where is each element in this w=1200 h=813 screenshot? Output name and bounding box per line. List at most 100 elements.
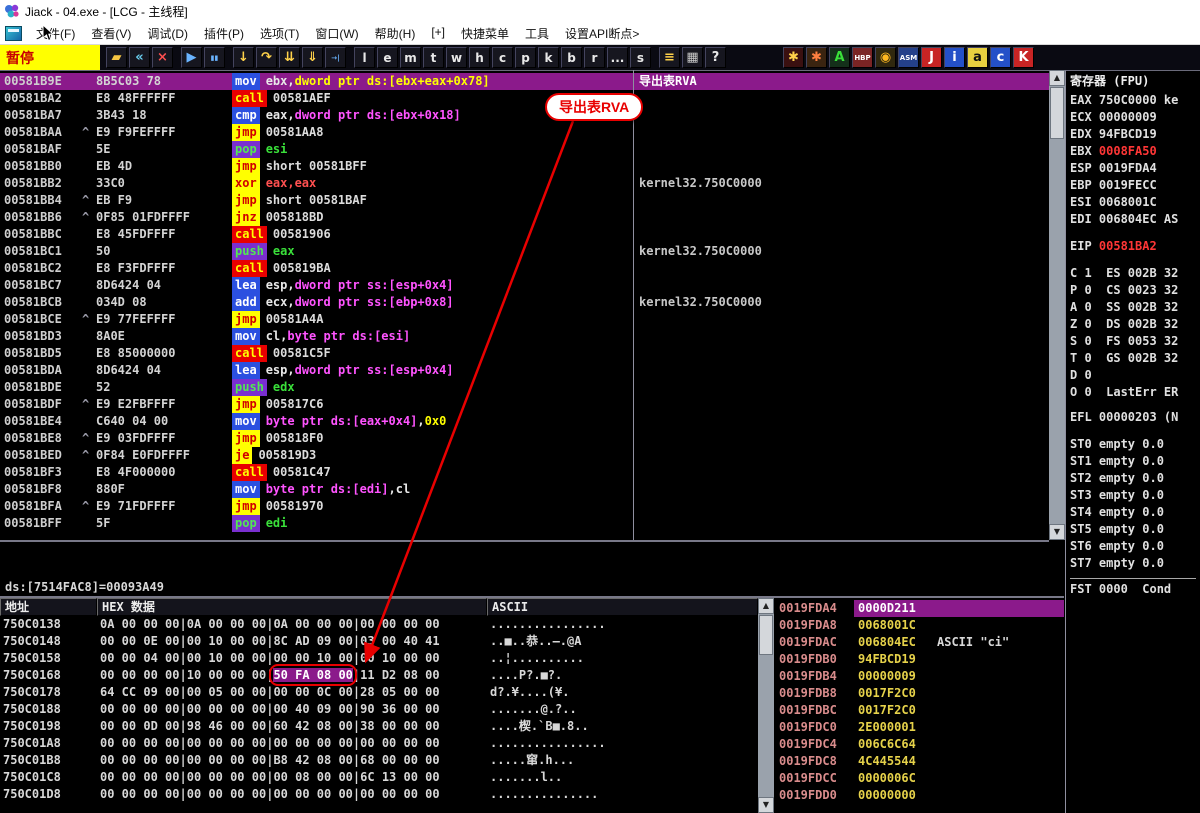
registers-pane[interactable]: 寄存器 (FPU) EAX 750C0000 ke ECX 00000009 EDX…	[1065, 70, 1200, 813]
asm-row[interactable]: 00581BFA ^ E9 71FDFFFF jmp 00581970	[0, 498, 1049, 515]
plugin-analyze-button[interactable]: A	[829, 47, 850, 68]
plugin-j-button[interactable]: J	[921, 47, 942, 68]
help-button[interactable]: ?	[705, 47, 726, 68]
dump-row[interactable]: 750C01D8 00 00 00 00|00 00 00 00|00 00 00…	[0, 786, 758, 803]
dump-row[interactable]: 750C0168 00 00 00 00|10 00 00 00|50 FA 08…	[0, 667, 758, 684]
panel-memory-button[interactable]: m	[400, 47, 421, 68]
child-window-icon[interactable]	[5, 25, 22, 41]
flag-row[interactable]: C 1 ES 002B 32	[1070, 265, 1200, 282]
register-row[interactable]: EBP 0019FECC	[1070, 177, 1200, 194]
step-into-button[interactable]: ↓	[233, 47, 254, 68]
stack-row[interactable]: 0019FDB8 0017F2C0	[774, 685, 1064, 702]
asm-row[interactable]: 00581BB2 33C0 xor eax,eax kernel32.750C0000	[0, 175, 1049, 192]
plugin-asm-button[interactable]: ASM	[898, 47, 919, 68]
register-row[interactable]: EDX 94FBCD19	[1070, 126, 1200, 143]
plugin-i-button[interactable]: i	[944, 47, 965, 68]
flag-row[interactable]: S 0 FS 0053 32	[1070, 333, 1200, 350]
fpu-st-row[interactable]: ST3 empty 0.0	[1070, 487, 1200, 504]
register-row[interactable]: ESP 0019FDA4	[1070, 160, 1200, 177]
scroll-down-arrow[interactable]: ▼	[1049, 524, 1065, 540]
asm-row[interactable]: 00581BC1 50 push eax kernel32.750C0000	[0, 243, 1049, 260]
stack-row[interactable]: 0019FDC0 2E000001	[774, 719, 1064, 736]
scrollbar-thumb[interactable]	[759, 615, 773, 655]
register-row[interactable]: EAX 750C0000 ke	[1070, 92, 1200, 109]
panel-breakpoints-button[interactable]: b	[561, 47, 582, 68]
asm-row[interactable]: 00581BB4 ^ EB F9 jmp short 00581BAF	[0, 192, 1049, 209]
flag-row[interactable]: T 0 GS 002B 32	[1070, 350, 1200, 367]
flag-row[interactable]: Z 0 DS 002B 32	[1070, 316, 1200, 333]
stack-row[interactable]: 0019FDD0 00000000	[774, 787, 1064, 804]
asm-row[interactable]: 00581BA7 3B43 18 cmp eax,dword ptr ds:[ebx+…	[0, 107, 1049, 124]
dump-scrollbar[interactable]: ▲ ▼	[758, 598, 774, 813]
dump-header-hex[interactable]: HEX 数据	[97, 598, 487, 616]
fpu-status-row[interactable]: FST 0000 Cond	[1070, 578, 1196, 598]
pause-button[interactable]: ▮▮	[204, 47, 225, 68]
flag-row[interactable]: A 0 SS 002B 32	[1070, 299, 1200, 316]
fpu-st-row[interactable]: ST1 empty 0.0	[1070, 453, 1200, 470]
menu-item-5[interactable]: 窗口(W)	[307, 22, 366, 45]
panel-patches-button[interactable]: p	[515, 47, 536, 68]
register-row[interactable]: ECX 00000009	[1070, 109, 1200, 126]
menu-item-0[interactable]: 文件(F)	[28, 22, 83, 45]
fpu-st-row[interactable]: ST4 empty 0.0	[1070, 504, 1200, 521]
panel-run-trace-button[interactable]: ...	[607, 47, 628, 68]
menu-item-6[interactable]: 帮助(H)	[367, 22, 424, 45]
asm-row[interactable]: 00581BD5 E8 85000000 call 00581C5F	[0, 345, 1049, 362]
menu-item-10[interactable]: 设置API断点>	[557, 22, 647, 45]
stack-row[interactable]: 0019FDBC 0017F2C0	[774, 702, 1064, 719]
fpu-st-row[interactable]: ST6 empty 0.0	[1070, 538, 1200, 555]
asm-row[interactable]: 00581BB0 EB 4D jmp short 00581BFF	[0, 158, 1049, 175]
dump-row[interactable]: 750C0188 00 00 00 00|00 00 00 00|00 40 09…	[0, 701, 758, 718]
panel-log-button[interactable]: l	[354, 47, 375, 68]
close-button[interactable]: ×	[152, 47, 173, 68]
panel-executables-button[interactable]: e	[377, 47, 398, 68]
register-row[interactable]: EBX 0008FA50	[1070, 143, 1200, 160]
menu-item-9[interactable]: 工具	[517, 22, 557, 45]
asm-row[interactable]: 00581BDA 8D6424 04 lea esp,dword ptr ss:[es…	[0, 362, 1049, 379]
memory-dump-pane[interactable]: 地址 HEX 数据 ASCII 750C0138 0A 00 00 00|0A 0…	[0, 598, 758, 813]
register-row[interactable]: EIP 00581BA2	[1070, 238, 1200, 255]
panel-source-button[interactable]: s	[630, 47, 651, 68]
asm-row[interactable]: 00581BA2 E8 48FFFFFF call 00581AEF	[0, 90, 1049, 107]
asm-row[interactable]: 00581B9E 8B5C03 78 mov ebx,dword ptr ds:[eb…	[0, 73, 1049, 90]
fpu-st-row[interactable]: ST5 empty 0.0	[1070, 521, 1200, 538]
fpu-st-row[interactable]: ST7 empty 0.0	[1070, 555, 1200, 572]
dump-row[interactable]: 750C0158 00 00 04 00|00 10 00 00|00 00 10…	[0, 650, 758, 667]
asm-row[interactable]: 00581BDE 52 push edx	[0, 379, 1049, 396]
asm-row[interactable]: 00581BF8 880F mov byte ptr ds:[edi],cl	[0, 481, 1049, 498]
asm-row[interactable]: 00581BAA ^ E9 F9FEFFFF jmp 00581AA8	[0, 124, 1049, 141]
fpu-st-row[interactable]: ST2 empty 0.0	[1070, 470, 1200, 487]
disassembly-pane[interactable]: 00581B9E 8B5C03 78 mov ebx,dword ptr ds:[eb…	[0, 70, 1049, 540]
dump-row[interactable]: 750C0198 00 00 0D 00|98 46 00 00|60 42 08…	[0, 718, 758, 735]
panel-callstack-button[interactable]: k	[538, 47, 559, 68]
stack-pane[interactable]: 0019FDA4 0000D211 0019FDA8 0068001C 0019FDAC…	[774, 598, 1064, 813]
flag-row[interactable]: D 0	[1070, 367, 1200, 384]
stack-row[interactable]: 0019FDC4 006C6C64	[774, 736, 1064, 753]
flag-row[interactable]: O 0 LastErr ER	[1070, 384, 1200, 401]
stack-row[interactable]: 0019FDA4 0000D211	[774, 600, 1064, 617]
scroll-up-arrow[interactable]: ▲	[758, 598, 774, 614]
dump-row[interactable]: 750C01A8 00 00 00 00|00 00 00 00|00 00 00…	[0, 735, 758, 752]
scroll-up-arrow[interactable]: ▲	[1049, 70, 1065, 86]
dump-row[interactable]: 750C01B8 00 00 00 00|00 00 00 00|B8 42 08…	[0, 752, 758, 769]
menu-item-7[interactable]: [+]	[423, 22, 453, 45]
panel-threads-button[interactable]: t	[423, 47, 444, 68]
scroll-down-arrow[interactable]: ▼	[758, 797, 774, 813]
menu-item-2[interactable]: 调试(D)	[139, 22, 196, 45]
menu-item-3[interactable]: 插件(P)	[196, 22, 252, 45]
stack-row[interactable]: 0019FDAC 006804EC ASCII "ci"	[774, 634, 1064, 651]
asm-row[interactable]: 00581BFF 5F pop edi	[0, 515, 1049, 532]
asm-row[interactable]: 00581BBC E8 45FDFFFF call 00581906	[0, 226, 1049, 243]
dump-header-ascii[interactable]: ASCII	[487, 598, 758, 616]
plugin-burst2-button[interactable]: ✱	[806, 47, 827, 68]
register-row[interactable]: ESI 0068001C	[1070, 194, 1200, 211]
dump-row[interactable]: 750C01C8 00 00 00 00|00 00 00 00|00 08 00…	[0, 769, 758, 786]
asm-row[interactable]: 00581BF3 E8 4F000000 call 00581C47	[0, 464, 1049, 481]
menu-item-1[interactable]: 查看(V)	[83, 22, 139, 45]
windows-list-button[interactable]: ≡	[659, 47, 680, 68]
animate-into-button[interactable]: ⇊	[279, 47, 300, 68]
plugin-c-button[interactable]: c	[990, 47, 1011, 68]
stack-row[interactable]: 0019FDB0 94FBCD19	[774, 651, 1064, 668]
plugin-a-button[interactable]: a	[967, 47, 988, 68]
dump-header-address[interactable]: 地址	[0, 598, 97, 616]
